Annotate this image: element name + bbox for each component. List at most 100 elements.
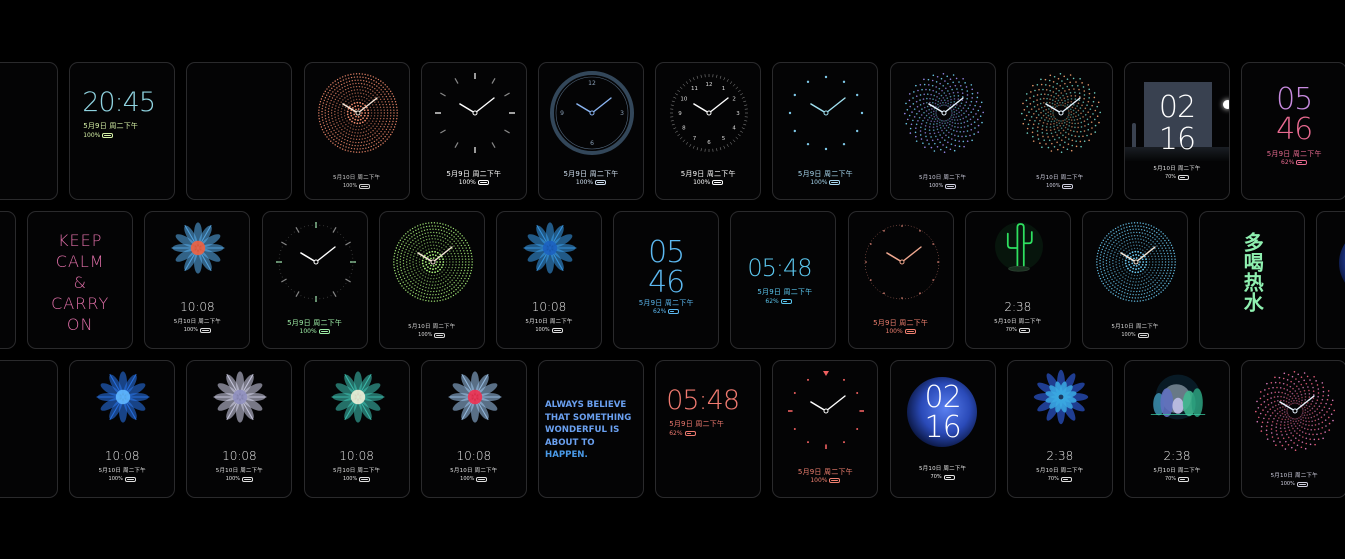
watch-face-card[interactable]: 5月9日 周二下午 100% (847, 211, 954, 349)
battery-indicator: 70% (1125, 476, 1229, 482)
watch-face-card[interactable]: 05465月9日 周二下午62% (0, 62, 58, 200)
battery-icon (684, 431, 696, 436)
quote-line: CALM (55, 252, 105, 271)
watch-face-card[interactable]: 12 3 6 9 5月9日 周二下午 100% (538, 62, 644, 200)
battery-percent: 100% (810, 179, 828, 186)
watch-face-card[interactable]: 02 16 5月10日 周二下午 70% (889, 360, 996, 498)
date-label: 5月10日 周二下午 (98, 468, 146, 474)
moon-icon (1339, 228, 1345, 298)
battery-percent: 70% (1164, 476, 1177, 482)
date-label: 5月9日 周二下午 (638, 299, 694, 307)
watch-face-card[interactable]: 5月9日 周二下午 100% (772, 360, 879, 498)
quote-line: ABOUT TO (545, 437, 595, 448)
battery-percent: 100% (575, 179, 594, 186)
hand-pivot (589, 110, 595, 116)
watch-face-card[interactable]: 5月10日 周二下午 100% (303, 62, 410, 200)
quote-line: ON (66, 315, 94, 334)
watch-face-card[interactable]: 2:38 5月10日 周二下午 70% (1124, 360, 1230, 498)
watch-face-card[interactable]: 多喝热水 (1199, 211, 1306, 349)
watch-face-card[interactable]: 5月10日 周二下午 100% (1082, 211, 1188, 349)
twelve-marker (823, 371, 830, 376)
watch-face-card[interactable]: 02 16 5月10日 周二下午 70% (1124, 62, 1230, 200)
battery-percent: 100% (460, 476, 475, 482)
watch-face-card[interactable]: 12 1 2 3 4 5 6 7 8 9 10 11 5月9日 周二下午 100% (655, 62, 762, 200)
battery-indicator: 62% (669, 430, 696, 437)
concentric-dots-clock-icon (317, 73, 398, 153)
watch-face-card[interactable]: 05:48 5月9日 周二下午 62% (655, 360, 762, 498)
watch-face-card[interactable]: 10:08 5月10日 周二下午 100% (496, 211, 602, 349)
battery-indicator: 100% (305, 476, 409, 482)
battery-percent: 100% (885, 328, 903, 335)
hand-pivot (472, 110, 478, 116)
date-label: 5月10日 周二下午 (0, 466, 11, 474)
battery-indicator: 70% (1125, 174, 1229, 180)
date-label: 5月10日 周二下午 (215, 468, 264, 474)
battery-icon (1296, 160, 1308, 165)
battery-percent: 100% (693, 179, 711, 186)
time-display: 10:08 (339, 449, 374, 463)
watch-face-card[interactable]: 永遠相信美好的事情即將發生。 (186, 62, 293, 200)
watch-face-card[interactable]: 5月9日 周二下午 100% (420, 62, 527, 200)
battery-percent: 100% (810, 477, 828, 484)
hours-display: 05 (648, 235, 685, 270)
watch-face-card[interactable]: 5月9日 周二下午 100% (261, 211, 368, 349)
battery-icon (943, 474, 955, 480)
hand-pivot (706, 110, 712, 116)
battery-icon (359, 476, 371, 482)
watch-face-card[interactable]: 05465月9日 周二下午62% (1241, 62, 1345, 200)
flower-icon (1033, 369, 1088, 425)
kaleidoscope-icon (171, 222, 225, 274)
quote-line: ALWAYS BELIEVE (545, 400, 627, 410)
watch-face-card[interactable]: KEEP CALM & CARRY ON (27, 211, 134, 349)
watch-face-card[interactable]: 10:08 5月10日 周二下午 100% (420, 360, 527, 498)
watch-face-card[interactable]: 05:48 5月9日 周二下午 62% (730, 211, 837, 349)
watch-face-card[interactable]: 5月10日 周二下午 100% (1241, 360, 1345, 498)
watch-face-card[interactable]: 10:08 5月10日 周二下午 100% (144, 211, 251, 349)
battery-icon (780, 299, 792, 304)
dotted-clock-icon (864, 224, 939, 300)
battery-icon (1178, 174, 1190, 180)
hour-hand (885, 252, 903, 263)
battery-indicator: 100% (891, 183, 995, 189)
watch-face-card[interactable]: 10:08 5月10日 周二下午 100% (186, 360, 293, 498)
minutes-display: 16 (1158, 122, 1196, 157)
date-label: 5月10日 周二下午 (332, 175, 381, 181)
battery-percent: 100% (418, 332, 433, 338)
watch-face-card[interactable]: 10:08 5月10日 周二下午 100% (303, 360, 410, 498)
watch-face-card[interactable]: 5月10日 周二下午 100% (1006, 62, 1113, 200)
watch-face-card[interactable] (1316, 211, 1345, 349)
watch-face-card[interactable]: 5月10日 周二下午 100% (378, 211, 485, 349)
battery-percent: 100% (535, 327, 550, 333)
hand-pivot (1292, 408, 1298, 414)
date-label: 5月9日 周二下午 (563, 170, 619, 178)
watch-face-card[interactable]: 5月9日 周二下午 100% (772, 62, 879, 200)
numeral: 10 (681, 97, 688, 103)
kaleidoscope-icon (0, 365, 11, 445)
battery-percent: 100% (299, 328, 317, 335)
watch-face-card[interactable]: 20:45 5月9日 周二下午 100% (69, 62, 176, 200)
battery-indicator: 100% (773, 477, 877, 484)
numeral: 6 (590, 140, 594, 147)
hour-hand (810, 401, 828, 412)
marker-clock-icon (788, 371, 865, 449)
date-label: 5月9日 周二下午 (287, 319, 343, 327)
battery-icon (242, 476, 254, 482)
concentric-dots-clock-icon (392, 222, 473, 302)
date-label: 5月9日 周二下午 (669, 420, 725, 428)
watch-face-card[interactable] (0, 211, 16, 349)
hour-hand (576, 103, 593, 114)
watch-face-card[interactable]: 2:38 5月10日 周二下午 70% (964, 211, 1071, 349)
numbered-clock-icon: 121234567891011 (670, 74, 749, 152)
kaleidoscope-icon (213, 371, 267, 423)
date-label: 5月9日 周二下午 (1266, 150, 1322, 158)
battery-percent: 100% (1280, 481, 1295, 487)
watch-face-card[interactable]: 10:08 5月10日 周二下午 100% (0, 360, 58, 498)
watch-face-card[interactable]: 5月10日 周二下午 100% (889, 62, 996, 200)
battery-percent: 62% (653, 308, 667, 315)
watch-face-card[interactable]: 2:38 5月10日 周二下午 70% (1006, 360, 1113, 498)
battery-indicator: 70% (891, 474, 995, 480)
battery-indicator: 70% (1008, 476, 1112, 482)
watch-face-card[interactable]: ALWAYS BELIEVE THAT SOMETHING WONDERFUL IS… (538, 360, 644, 498)
watch-face-card[interactable]: 10:08 5月10日 周二下午 100% (69, 360, 176, 498)
watch-face-card[interactable]: 05465月9日 周二下午62% (613, 211, 720, 349)
